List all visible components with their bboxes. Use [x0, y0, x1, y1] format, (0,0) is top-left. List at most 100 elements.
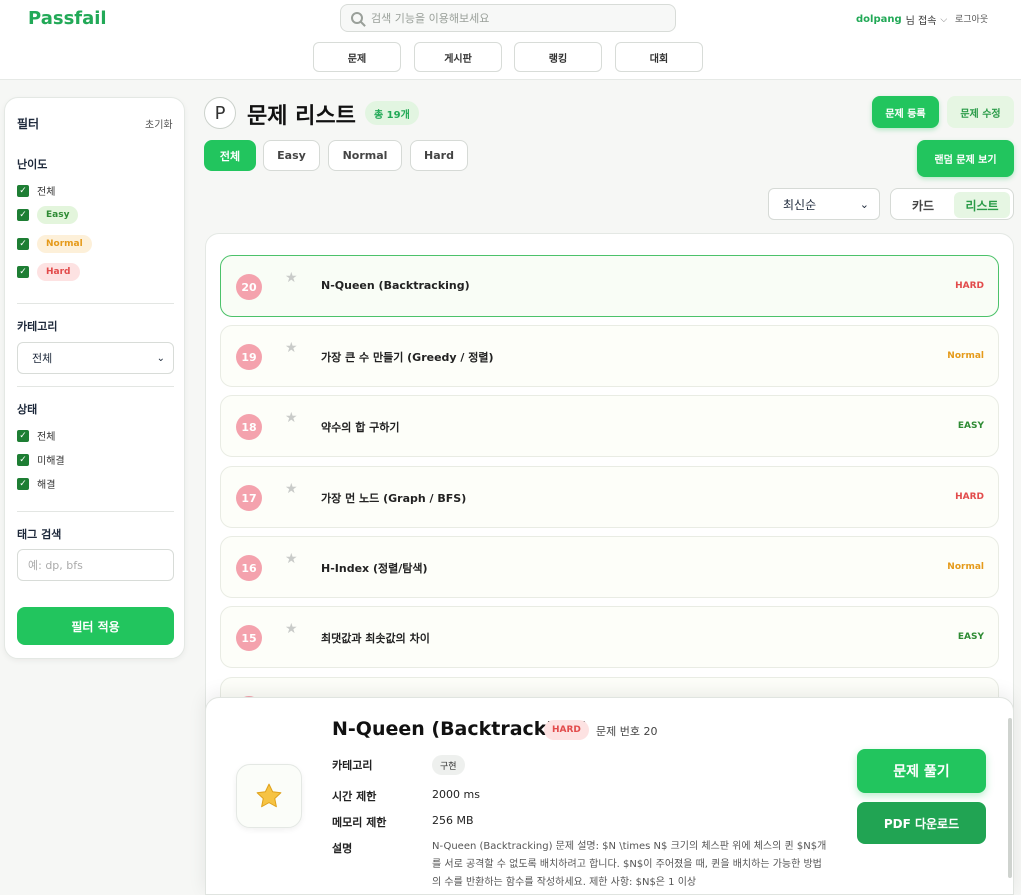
- hard-pill: Hard: [37, 263, 80, 281]
- category-tag: 구현: [432, 755, 465, 775]
- difficulty-all-checkbox[interactable]: ✓ 전체: [17, 183, 55, 198]
- star-icon[interactable]: ★: [285, 551, 298, 567]
- problem-number: 19: [236, 344, 262, 370]
- page-title: 문제 리스트: [247, 104, 356, 129]
- list-item[interactable]: 17 ★ 가장 먼 노드 (Graph / BFS) HARD: [220, 466, 999, 528]
- nav-contest[interactable]: 대회: [615, 42, 703, 72]
- view-toggle: 카드 리스트: [890, 188, 1014, 220]
- solve-problem-button[interactable]: 문제 풀기: [857, 749, 986, 793]
- difficulty-label: HARD: [955, 281, 984, 291]
- list-item[interactable]: 18 ★ 약수의 합 구하기 EASY: [220, 395, 999, 457]
- reset-button[interactable]: 초기화: [145, 116, 173, 131]
- status-solved-checkbox[interactable]: ✓ 해결: [17, 476, 55, 491]
- user-suffix: 님 접속: [905, 16, 937, 27]
- star-icon[interactable]: ★: [285, 410, 298, 426]
- problem-number: 20: [236, 274, 262, 300]
- checkbox-icon: ✓: [17, 184, 29, 197]
- checkbox-label: 전체: [37, 432, 56, 443]
- search-placeholder: 검색 기능을 이용해보세요: [371, 12, 490, 25]
- difficulty-hard-checkbox[interactable]: ✓ Hard: [17, 263, 80, 281]
- list-item[interactable]: 20 ★ N-Queen (Backtracking) HARD: [220, 255, 999, 317]
- logout-button[interactable]: 로그아웃: [955, 12, 988, 25]
- detail-scrollbar[interactable]: [1008, 718, 1012, 878]
- search-input[interactable]: 검색 기능을 이용해보세요: [340, 4, 676, 32]
- tag-search-input[interactable]: 예: dp, bfs: [17, 549, 174, 581]
- difficulty-label: Normal: [947, 351, 984, 361]
- nav-ranking[interactable]: 랭킹: [514, 42, 602, 72]
- total-count-badge: 총 19개: [365, 101, 419, 125]
- checkbox-icon: ✓: [17, 209, 29, 221]
- nav-problems[interactable]: 문제: [313, 42, 401, 72]
- tag-heading: 태그 검색: [17, 528, 62, 541]
- checkbox-label: 미해결: [37, 456, 65, 467]
- category-label: 카테고리: [332, 759, 373, 772]
- tab-normal[interactable]: Normal: [328, 140, 402, 171]
- view-list-button[interactable]: 리스트: [954, 192, 1010, 218]
- problem-detail-panel: N-Queen (Backtracking) HARD 문제 번호 20 카테고…: [205, 697, 1014, 895]
- problem-title: 가장 먼 노드 (Graph / BFS): [321, 492, 467, 505]
- time-limit-label: 시간 제한: [332, 790, 377, 803]
- checkbox-icon: ✓: [17, 453, 29, 466]
- tab-all[interactable]: 전체: [204, 140, 256, 171]
- problem-title: 약수의 합 구하기: [321, 421, 400, 434]
- star-icon[interactable]: ★: [285, 270, 298, 286]
- difficulty-heading: 난이도: [17, 158, 48, 171]
- list-item[interactable]: 19 ★ 가장 큰 수 만들기 (Greedy / 정렬) Normal: [220, 325, 999, 387]
- filter-sidebar: 필터 초기화 난이도 ✓ 전체 ✓ Easy ✓ Normal ✓ Hard 카…: [4, 97, 185, 659]
- problem-number: 15: [236, 625, 262, 651]
- nav-board[interactable]: 게시판: [414, 42, 502, 72]
- category-select[interactable]: 전체 ⌄: [17, 342, 174, 374]
- star-icon: [256, 783, 282, 808]
- checkbox-icon: ✓: [17, 266, 29, 278]
- list-item[interactable]: 15 ★ 최댓값과 최솟값의 차이 EASY: [220, 606, 999, 668]
- description-label: 설명: [332, 842, 353, 855]
- checkbox-label: 해결: [37, 480, 56, 491]
- status-heading: 상태: [17, 403, 38, 416]
- top-header: Passfail 검색 기능을 이용해보세요 dolpang 님 접속 ⌵ 로그…: [0, 0, 1021, 80]
- star-icon[interactable]: ★: [285, 340, 298, 356]
- list-item[interactable]: 16 ★ H-Index (정렬/탐색) Normal: [220, 536, 999, 598]
- problem-number: 17: [236, 485, 262, 511]
- register-problem-button[interactable]: 문제 등록: [872, 96, 939, 128]
- user-menu[interactable]: dolpang 님 접속 ⌵: [856, 12, 947, 27]
- tab-easy[interactable]: Easy: [263, 140, 320, 171]
- detail-difficulty-badge: HARD: [544, 720, 589, 740]
- star-icon[interactable]: ★: [285, 621, 298, 637]
- random-problem-button[interactable]: 랜덤 문제 보기: [917, 140, 1014, 177]
- logo[interactable]: Passfail: [28, 8, 107, 29]
- edit-problem-button[interactable]: 문제 수정: [947, 96, 1014, 128]
- pdf-download-button[interactable]: PDF 다운로드: [857, 802, 986, 844]
- difficulty-label: EASY: [957, 632, 984, 642]
- chevron-down-icon: ⌄: [859, 197, 869, 211]
- difficulty-label: HARD: [955, 492, 984, 502]
- easy-pill: Easy: [37, 206, 79, 224]
- checkbox-label: 전체: [37, 187, 56, 198]
- difficulty-normal-checkbox[interactable]: ✓ Normal: [17, 235, 92, 253]
- sort-select[interactable]: 최신순 ⌄: [768, 188, 880, 220]
- search-icon: [351, 12, 363, 24]
- tab-hard[interactable]: Hard: [410, 140, 468, 171]
- problem-title: N-Queen (Backtracking): [321, 279, 470, 292]
- memory-limit-label: 메모리 제한: [332, 816, 387, 829]
- problem-title: H-Index (정렬/탐색): [321, 562, 428, 575]
- normal-pill: Normal: [37, 235, 92, 253]
- category-heading: 카테고리: [17, 320, 58, 333]
- difficulty-easy-checkbox[interactable]: ✓ Easy: [17, 206, 79, 224]
- username: dolpang: [856, 14, 902, 25]
- problem-title: 가장 큰 수 만들기 (Greedy / 정렬): [321, 351, 494, 364]
- status-all-checkbox[interactable]: ✓ 전체: [17, 428, 55, 443]
- view-card-button[interactable]: 카드: [895, 192, 951, 218]
- star-icon[interactable]: ★: [285, 481, 298, 497]
- divider: [17, 303, 174, 304]
- detail-problem-number: 문제 번호 20: [596, 725, 658, 738]
- divider: [17, 511, 174, 512]
- problem-title: 최댓값과 최솟값의 차이: [321, 632, 430, 645]
- favorite-star-icon[interactable]: [236, 764, 302, 828]
- apply-filter-button[interactable]: 필터 적용: [17, 607, 174, 645]
- difficulty-label: EASY: [957, 421, 984, 431]
- status-unsolved-checkbox[interactable]: ✓ 미해결: [17, 452, 65, 467]
- divider: [17, 386, 174, 387]
- page-icon: P: [204, 97, 236, 129]
- checkbox-icon: ✓: [17, 238, 29, 250]
- checkbox-icon: ✓: [17, 477, 29, 490]
